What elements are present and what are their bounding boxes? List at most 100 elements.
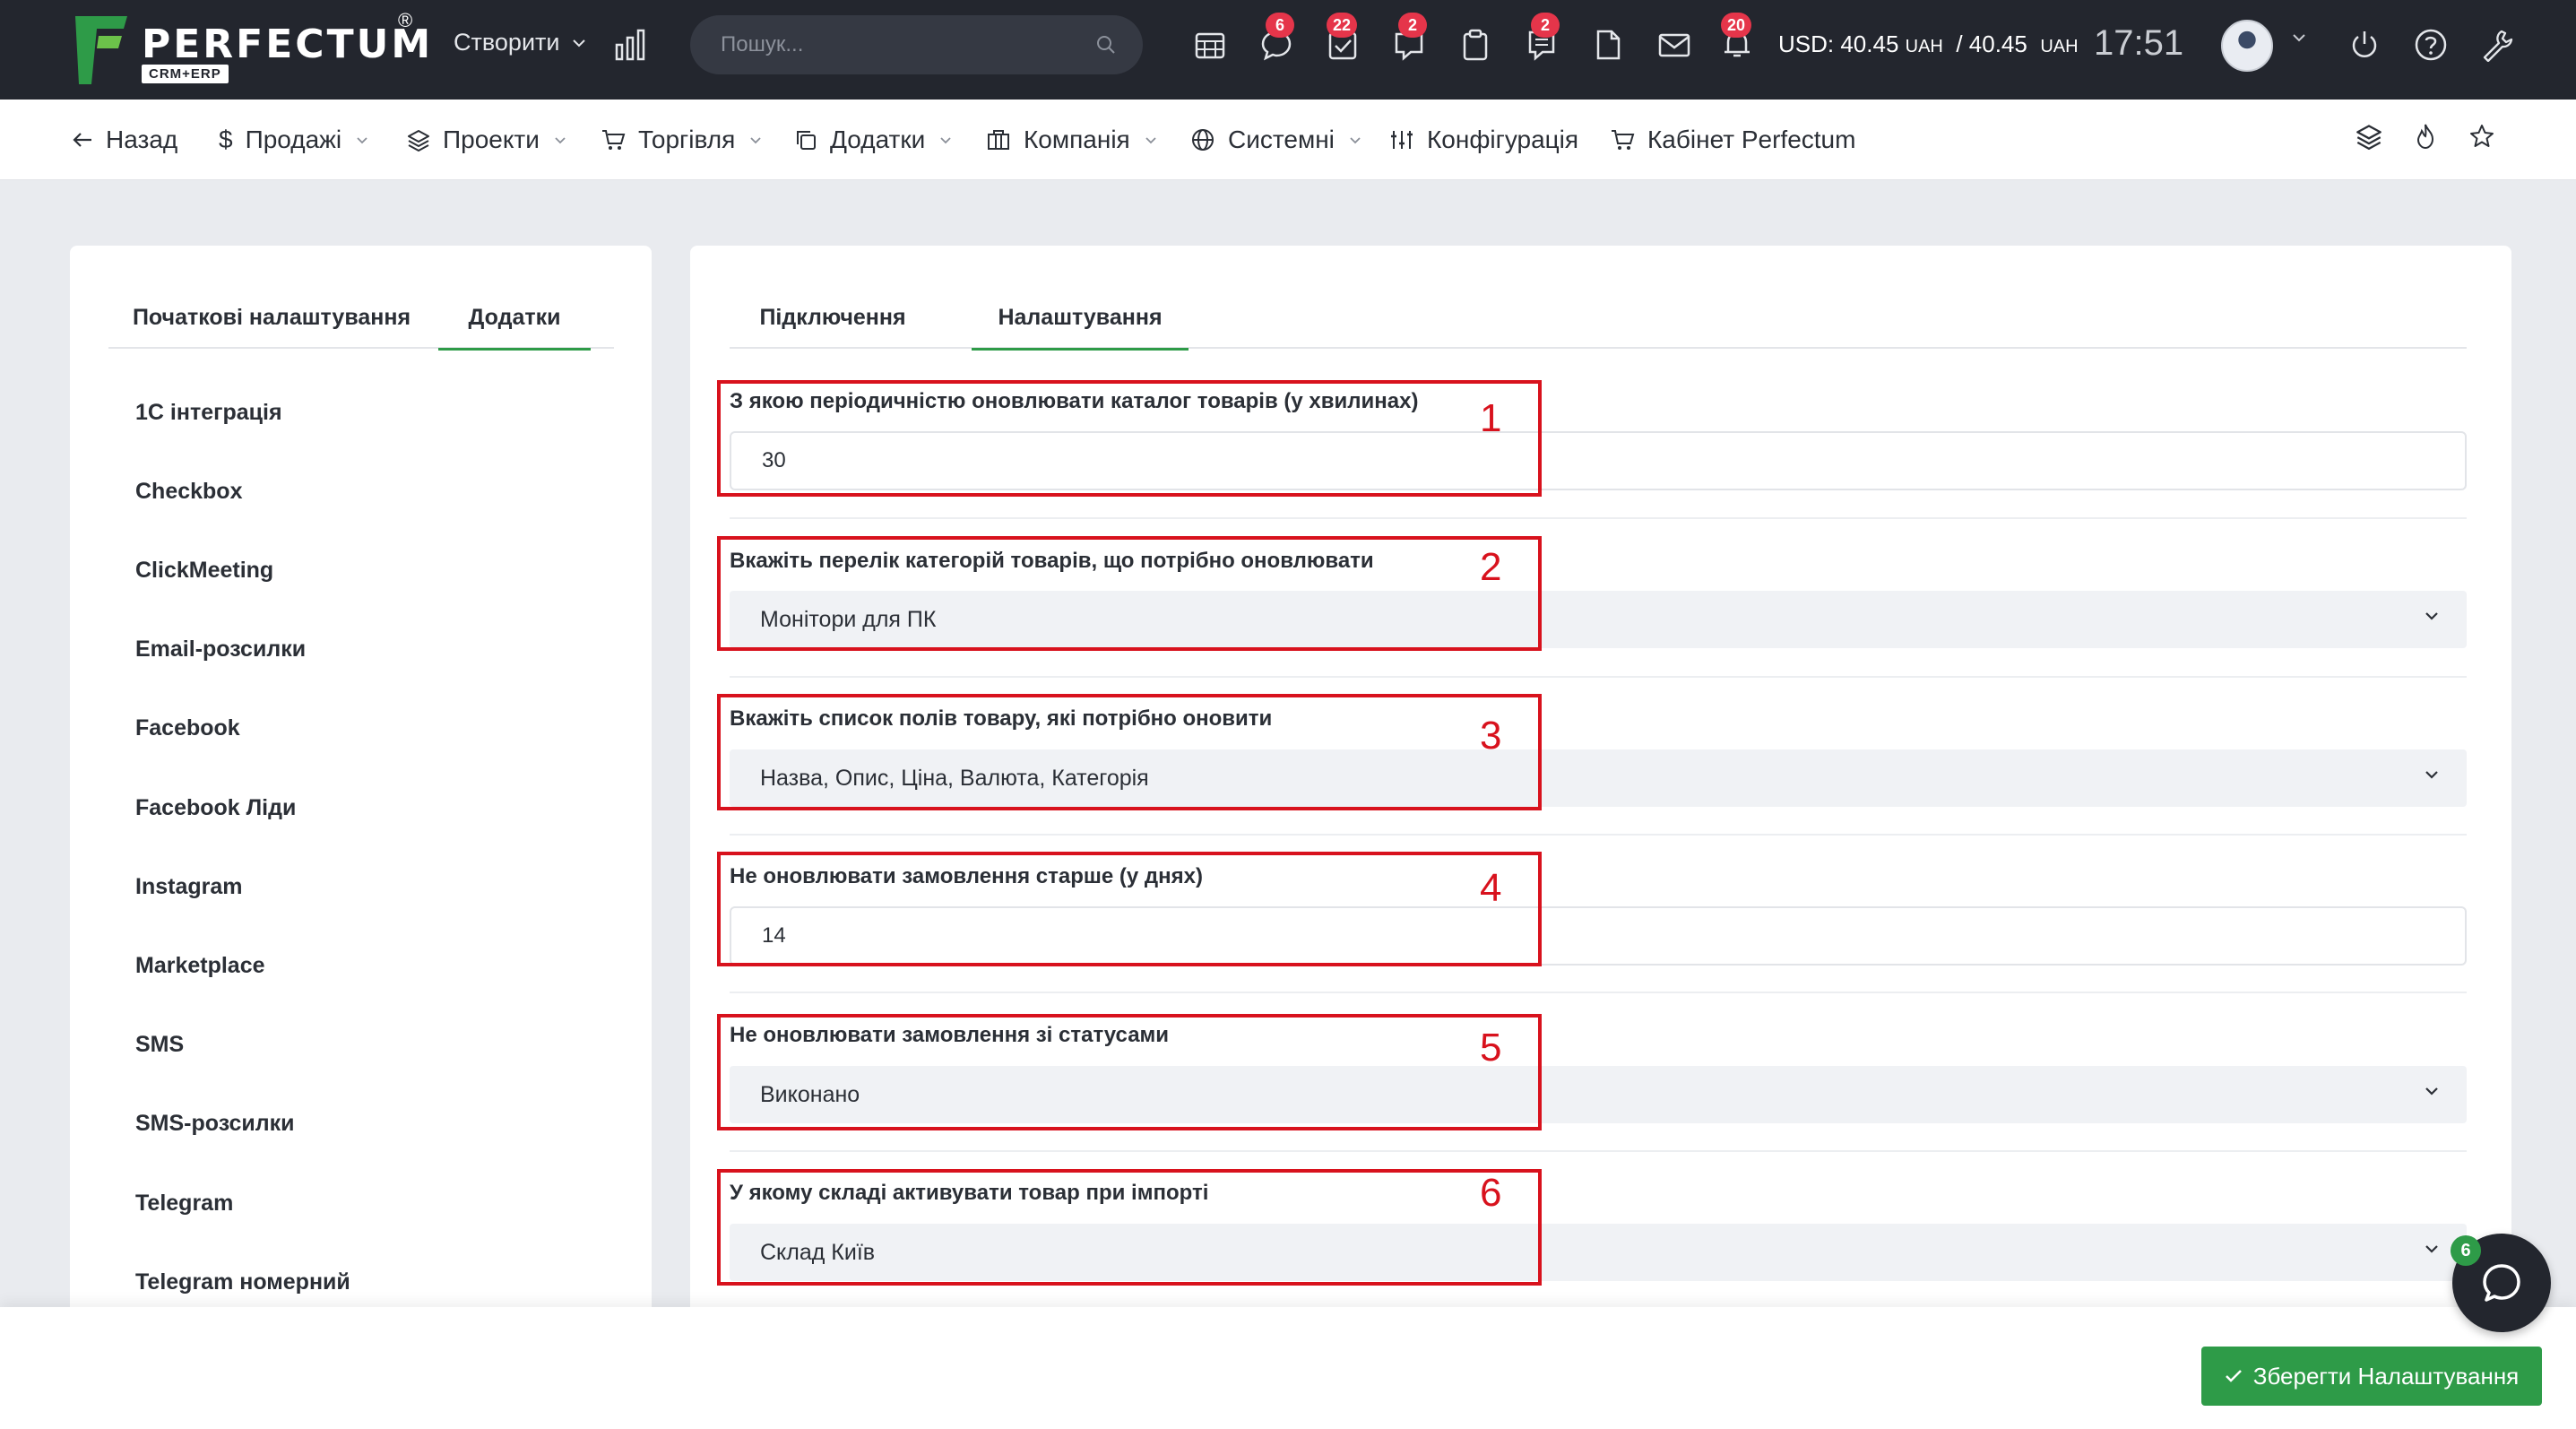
globe-icon	[1192, 129, 1214, 151]
settings-panel: Підключення Налаштування З якою періодич…	[690, 246, 2511, 1429]
sidebar-item-1c-integration[interactable]: 1С інтеграція	[135, 400, 282, 426]
excluded-statuses-label: Не оновлювати замовлення зі статусами	[730, 1023, 1170, 1047]
logo-mark-icon	[75, 16, 127, 84]
documents-button[interactable]	[1588, 25, 1628, 65]
divider	[730, 992, 2467, 993]
notes-count-badge: 2	[1531, 13, 1560, 38]
nav-company[interactable]: Компанія	[986, 100, 1157, 180]
tab-settings[interactable]: Налаштування	[972, 286, 1189, 351]
annotation-number-5: 5	[1480, 1026, 1502, 1070]
create-label: Створити	[454, 29, 560, 56]
nav-trade[interactable]: Торгівля	[601, 100, 762, 180]
nav-sales-label: Продажі	[245, 126, 342, 153]
tab-addons[interactable]: Додатки	[438, 286, 591, 351]
check-icon	[2225, 1370, 2242, 1382]
settings-tabs: Підключення Налаштування	[730, 286, 2467, 351]
chat-button[interactable]: 6	[1257, 13, 1296, 65]
search-icon[interactable]	[1096, 35, 1116, 55]
import-warehouse-value: Склад Київ	[760, 1239, 876, 1265]
chevron-down-icon	[1350, 136, 1361, 143]
notes-button[interactable]: 2	[1522, 13, 1561, 65]
comments-button[interactable]: 2	[1389, 13, 1429, 65]
chevron-down-icon	[573, 39, 586, 47]
nav-perfectum-cabinet[interactable]: Кабінет Perfectum	[1610, 100, 1855, 180]
nav-cabinet-label: Кабінет Perfectum	[1647, 126, 1856, 153]
clock: 17:51	[2094, 23, 2184, 63]
import-warehouse-select[interactable]: Склад Київ	[730, 1224, 2467, 1281]
annotation-number-1: 1	[1480, 396, 1502, 440]
sidebar-item-sms-newsletters[interactable]: SMS-розсилки	[135, 1111, 295, 1137]
search-box[interactable]	[690, 15, 1143, 74]
sidebar-item-telegram-numbered[interactable]: Telegram номерний	[135, 1269, 350, 1295]
logout-button[interactable]	[2345, 25, 2384, 65]
catalog-update-interval-input[interactable]: 30	[730, 431, 2467, 490]
sidebar-item-marketplace[interactable]: Marketplace	[135, 953, 265, 979]
main-navigation: Назад $ Продажі Проекти Торгівля Додатки…	[0, 100, 2576, 180]
search-input[interactable]	[721, 15, 1079, 74]
categories-list-label: Вкажіть перелік категорій товарів, що по…	[730, 549, 1374, 573]
chat-count-badge: 6	[1266, 13, 1294, 38]
chevron-down-icon	[555, 136, 566, 143]
chevron-down-icon	[2425, 612, 2438, 620]
product-fields-select[interactable]: Назва, Опис, Ціна, Валюта, Категорія	[730, 749, 2467, 807]
currency-separator: / 40.45	[1949, 30, 2035, 57]
mail-button[interactable]	[1655, 25, 1694, 65]
nav-back[interactable]: Назад	[72, 100, 177, 180]
nav-configuration[interactable]: Конфігурація	[1389, 100, 1578, 180]
sidebar-item-facebook-leads[interactable]: Facebook Ліди	[135, 795, 296, 821]
sidebar-item-telegram[interactable]: Telegram	[135, 1191, 233, 1217]
catalog-update-interval-label: З якою періодичністю оновлювати каталог …	[730, 389, 1419, 413]
settings-button[interactable]	[2477, 25, 2517, 65]
nav-back-label: Назад	[106, 126, 178, 153]
nav-addons-label: Додатки	[830, 126, 926, 153]
hot-button[interactable]	[2413, 123, 2438, 154]
import-warehouse-label: У якому складі активувати товар при імпо…	[730, 1181, 1209, 1205]
calendar-button[interactable]	[1190, 25, 1230, 65]
chevron-down-icon[interactable]	[2291, 32, 2307, 43]
wrench-icon	[2483, 30, 2513, 62]
sidebar-item-facebook[interactable]: Facebook	[135, 715, 240, 741]
sidebar-item-checkbox[interactable]: Checkbox	[135, 479, 242, 505]
create-dropdown[interactable]: Створити	[454, 29, 586, 56]
order-age-limit-label: Не оновлювати замовлення старше (у днях)	[730, 864, 1203, 888]
avatar[interactable]	[2221, 20, 2273, 72]
tab-connection[interactable]: Підключення	[730, 286, 936, 349]
notifications-button[interactable]: 20	[1717, 13, 1757, 65]
layers-icon	[2356, 125, 2382, 150]
categories-list-select[interactable]: Монітори для ПК	[730, 591, 2467, 648]
calendar-icon	[1195, 32, 1225, 59]
sidebar-item-sms[interactable]: SMS	[135, 1032, 184, 1058]
sliders-icon	[1391, 131, 1413, 149]
sidebar-item-instagram[interactable]: Instagram	[135, 874, 242, 900]
currency-rate: USD: 40.45 UAH / 40.45 UAH	[1778, 30, 2079, 58]
help-button[interactable]	[2411, 25, 2451, 65]
help-circle-icon	[2415, 29, 2447, 61]
save-settings-button[interactable]: Зберегти Налаштування	[2201, 1347, 2542, 1406]
perfectum-logo[interactable]: PERFECTUM ® CRM+ERP	[72, 9, 430, 90]
annotation-number-4: 4	[1480, 866, 1502, 910]
order-age-limit-input[interactable]: 14	[730, 906, 2467, 966]
layers-button[interactable]	[2356, 123, 2382, 154]
tab-initial-settings[interactable]: Початкові налаштування	[108, 286, 435, 349]
nav-trade-label: Торгівля	[638, 126, 736, 153]
favorites-button[interactable]	[2468, 123, 2495, 154]
sidebar-item-email-newsletters[interactable]: Email-розсилки	[135, 637, 306, 663]
nav-projects-label: Проекти	[443, 126, 540, 153]
reports-button[interactable]	[613, 27, 649, 67]
cart-icon	[602, 130, 626, 150]
chevron-down-icon	[750, 136, 761, 143]
nav-addons[interactable]: Додатки	[794, 100, 952, 180]
nav-sales[interactable]: $ Продажі	[219, 100, 368, 180]
sidebar-item-clickmeeting[interactable]: ClickMeeting	[135, 558, 273, 584]
save-settings-label: Зберегти Налаштування	[2252, 1362, 2520, 1390]
bar-chart-icon	[615, 29, 645, 61]
excluded-statuses-select[interactable]: Виконано	[730, 1066, 2467, 1123]
clipboard-button[interactable]	[1456, 25, 1495, 65]
nav-company-label: Компанія	[1024, 126, 1130, 153]
comments-count-badge: 2	[1398, 13, 1427, 38]
arrow-left-icon	[73, 133, 91, 147]
nav-projects[interactable]: Проекти	[407, 100, 566, 180]
tasks-button[interactable]: 22	[1323, 13, 1362, 65]
tasks-count-badge: 22	[1327, 13, 1358, 38]
nav-system[interactable]: Системні	[1190, 100, 1361, 180]
